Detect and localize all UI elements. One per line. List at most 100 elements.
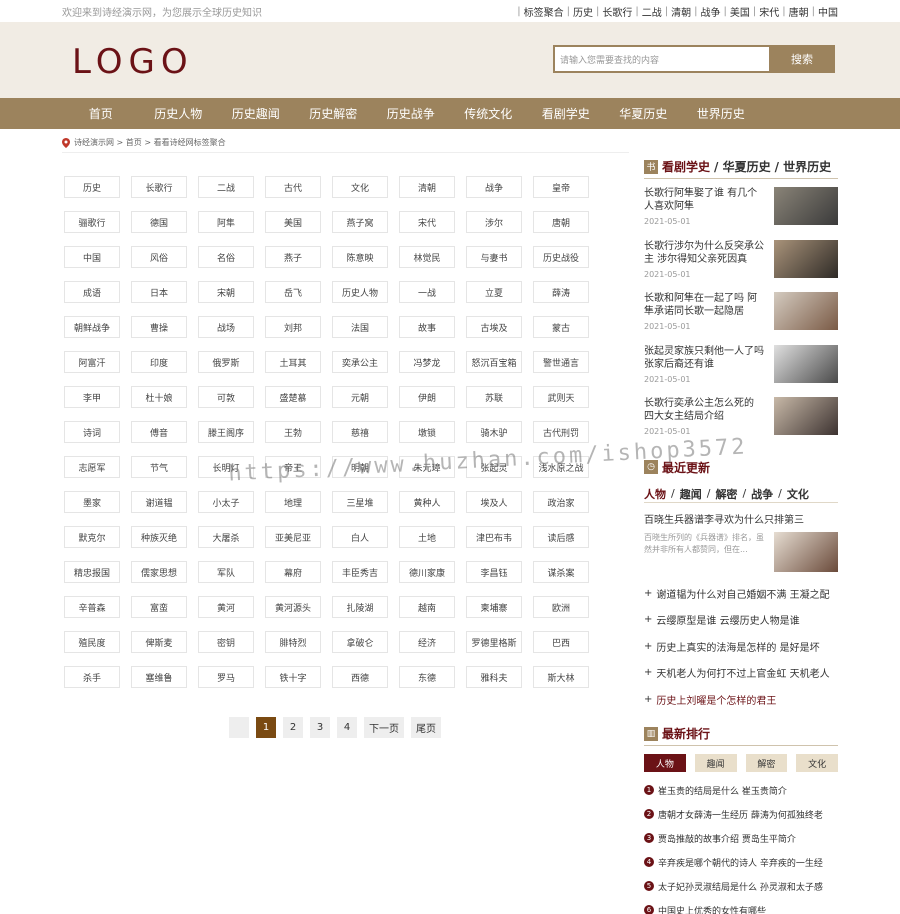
tag-link[interactable]: 默克尔 [64,526,120,548]
ranking-tab[interactable]: 解密 [745,754,788,772]
tag-link[interactable]: 朝鲜战争 [64,316,120,338]
tag-link[interactable]: 诗词 [64,421,120,443]
tag-link[interactable]: 可敦 [198,386,254,408]
list-item[interactable]: + 云缨原型是谁 云缨历史人物是谁 [644,607,838,634]
tag-link[interactable]: 政治家 [533,491,589,513]
list-item[interactable]: + 历史上刘曜是个怎样的君王 [644,686,838,713]
ranking-tab[interactable]: 人物 [644,754,686,772]
tag-link[interactable]: 滕王阁序 [198,421,254,443]
tag-link[interactable]: 军队 [198,561,254,583]
tag-link[interactable]: 冯梦龙 [399,351,455,373]
tag-link[interactable]: 宋代 [399,211,455,233]
page-button[interactable]: 2 [283,717,303,738]
tag-link[interactable]: 燕子 [265,246,321,268]
tag-link[interactable]: 杀手 [64,666,120,688]
page-button[interactable]: 4 [337,717,357,738]
top-link[interactable]: 历史 [573,4,593,19]
nav-item[interactable]: 首页 [62,105,140,122]
top-link[interactable]: 二战 [642,4,662,19]
tag-link[interactable]: 二战 [198,176,254,198]
tag-link[interactable]: 儒家思想 [131,561,187,583]
news-thumbnail[interactable] [774,239,838,278]
page-button[interactable]: 1 [256,717,276,738]
last-page-button[interactable]: 尾页 [411,717,441,738]
news-title[interactable]: 长歌行奕承公主怎么死的 四大女主结局介绍 [644,397,766,423]
latest-tab[interactable]: 人物 [644,486,666,502]
tag-link[interactable]: 苏联 [466,386,522,408]
tag-link[interactable]: 历史战役 [533,246,589,268]
news-title[interactable]: 长歌行阿隼娶了谁 有几个人喜欢阿隼 [644,187,766,213]
tag-link[interactable]: 涉尔 [466,211,522,233]
tag-link[interactable]: 奕承公主 [332,351,388,373]
tag-link[interactable]: 警世通言 [533,351,589,373]
section-link-huaxia[interactable]: / 华夏历史 [714,158,771,175]
news-thumbnail[interactable] [774,187,838,225]
tag-link[interactable]: 傅音 [131,421,187,443]
breadcrumb-text[interactable]: 诗经演示网 > 首页 > 看看诗经网标签聚合 [74,137,226,148]
tag-link[interactable]: 骊歌行 [64,211,120,233]
tag-link[interactable]: 三星堆 [332,491,388,513]
tag-link[interactable]: 白人 [332,526,388,548]
tag-link[interactable]: 骑木驴 [466,421,522,443]
tag-link[interactable]: 成语 [64,281,120,303]
prev-page-button[interactable] [229,717,249,738]
news-title[interactable]: 长歌行涉尔为什么反突承公主 涉尔得知父亲死因真 [644,240,766,266]
nav-item[interactable]: 传统文化 [450,105,528,122]
top-link[interactable]: 唐朝 [789,4,809,19]
tag-link[interactable]: 密钥 [198,631,254,653]
tag-link[interactable]: 伊朗 [399,386,455,408]
ranking-item[interactable]: 6 中国史上优秀的女性有哪些 [644,898,838,914]
tag-link[interactable]: 中国 [64,246,120,268]
nav-item[interactable]: 历史解密 [295,105,373,122]
ranking-item[interactable]: 5 太子妃孙灵淑结局是什么 孙灵淑和太子感 [644,874,838,898]
tag-link[interactable]: 林觉民 [399,246,455,268]
tag-link[interactable]: 黄种人 [399,491,455,513]
section-link-world[interactable]: / 世界历史 [775,158,832,175]
tag-link[interactable]: 志愿军 [64,456,120,478]
tag-link[interactable]: 节气 [131,456,187,478]
tag-link[interactable]: 风俗 [131,246,187,268]
top-link[interactable]: 清朝 [671,4,691,19]
search-button[interactable]: 搜索 [769,45,835,73]
ranking-item[interactable]: 1 崔玉贵的结局是什么 崔玉贵简介 [644,778,838,802]
tag-link[interactable]: 古代刑罚 [533,421,589,443]
tag-link[interactable]: 宋朝 [198,281,254,303]
latest-tab[interactable]: 战争 [751,486,773,502]
tag-link[interactable]: 慈禧 [332,421,388,443]
tag-link[interactable]: 阿富汗 [64,351,120,373]
tag-link[interactable]: 古埃及 [466,316,522,338]
tag-link[interactable]: 地理 [265,491,321,513]
site-logo[interactable]: LOGO [72,42,194,82]
tag-link[interactable]: 扎陵湖 [332,596,388,618]
featured-article-thumbnail[interactable] [774,532,838,572]
tag-link[interactable]: 德川家康 [399,561,455,583]
ranking-tab[interactable]: 趣闻 [694,754,737,772]
ranking-item[interactable]: 2 唐朝才女薛涛一生经历 薛涛为何孤独终老 [644,802,838,826]
tag-link[interactable]: 罗马 [198,666,254,688]
featured-article-title[interactable]: 百晓生兵器谱李寻欢为什么只排第三 [644,511,838,526]
nav-item[interactable]: 历史战争 [372,105,450,122]
tag-link[interactable]: 越南 [399,596,455,618]
top-link[interactable]: 战争 [701,4,721,19]
tag-link[interactable]: 印度 [131,351,187,373]
tag-link[interactable]: 王勃 [265,421,321,443]
search-input[interactable]: 请输入您需要查找的内容 [553,45,769,73]
tag-link[interactable]: 腓特烈 [265,631,321,653]
tag-link[interactable]: 岳飞 [265,281,321,303]
tag-link[interactable]: 长歌行 [131,176,187,198]
news-item[interactable]: 长歌行涉尔为什么反突承公主 涉尔得知父亲死因真 2021-05-01 [644,239,838,293]
tag-link[interactable]: 塞维鲁 [131,666,187,688]
tag-link[interactable]: 大屠杀 [198,526,254,548]
nav-item[interactable]: 华夏历史 [605,105,683,122]
tag-link[interactable]: 黄河源头 [265,596,321,618]
news-title[interactable]: 张起灵家族只剩他一人了吗 张家后裔还有谁 [644,345,766,371]
section-title[interactable]: 看剧学史 [662,158,710,175]
tag-link[interactable]: 元朝 [332,386,388,408]
tag-link[interactable]: 土地 [399,526,455,548]
news-thumbnail[interactable] [774,292,838,330]
tag-link[interactable]: 薛涛 [533,281,589,303]
ranking-item[interactable]: 3 贾岛推敲的故事介绍 贾岛生平简介 [644,826,838,850]
tag-link[interactable]: 法国 [332,316,388,338]
tag-link[interactable]: 读后感 [533,526,589,548]
top-link[interactable]: 长歌行 [602,4,632,19]
